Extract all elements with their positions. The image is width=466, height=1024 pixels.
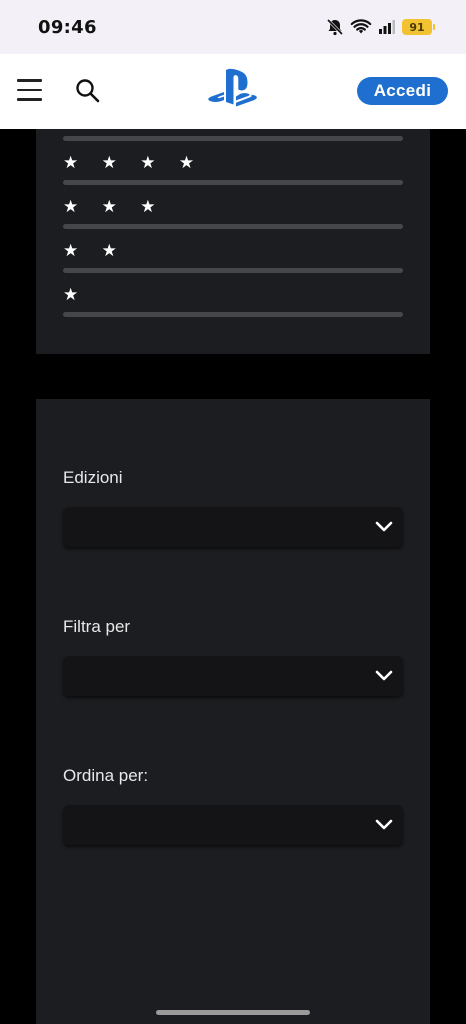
bell-muted-icon <box>326 18 344 36</box>
sort-by-select[interactable] <box>63 805 403 845</box>
home-indicator[interactable] <box>156 1010 310 1015</box>
hamburger-menu-icon[interactable] <box>17 79 42 101</box>
rating-bar-4 <box>63 180 403 185</box>
status-bar: 09:46 91 <box>0 0 466 54</box>
rating-bar-3 <box>63 224 403 229</box>
filter-by-select[interactable] <box>63 656 403 696</box>
playstation-logo[interactable] <box>205 68 261 110</box>
chevron-down-icon <box>375 521 393 532</box>
editions-label: Edizioni <box>63 468 123 487</box>
rating-distribution-card: ★ ★ ★ ★ ★ ★ ★ ★ ★ ★ <box>36 129 430 354</box>
rating-bar-2 <box>63 268 403 273</box>
signal-icon <box>379 20 395 34</box>
rating-stars-3: ★ ★ ★ <box>63 197 165 217</box>
filters-card: Edizioni Filtra per Ordina per: <box>36 399 430 1024</box>
rating-bar-1 <box>63 312 403 317</box>
chevron-down-icon <box>375 819 393 830</box>
rating-stars-4: ★ ★ ★ ★ <box>63 153 204 173</box>
filter-by-label: Filtra per <box>63 617 131 636</box>
search-icon[interactable] <box>74 77 102 105</box>
signin-button[interactable]: Accedi <box>357 77 448 105</box>
editions-select[interactable] <box>63 507 403 547</box>
wifi-icon <box>350 19 372 34</box>
site-header: Accedi <box>0 54 466 129</box>
status-icons: 91 <box>326 16 435 38</box>
status-time: 09:46 <box>38 17 97 38</box>
rating-stars-2: ★ ★ <box>63 241 126 261</box>
rating-bar <box>63 136 403 141</box>
sort-by-label: Ordina per: <box>63 766 149 785</box>
rating-stars-1: ★ <box>63 285 88 305</box>
battery-icon: 91 <box>402 19 435 35</box>
battery-level: 91 <box>409 20 425 34</box>
chevron-down-icon <box>375 670 393 681</box>
